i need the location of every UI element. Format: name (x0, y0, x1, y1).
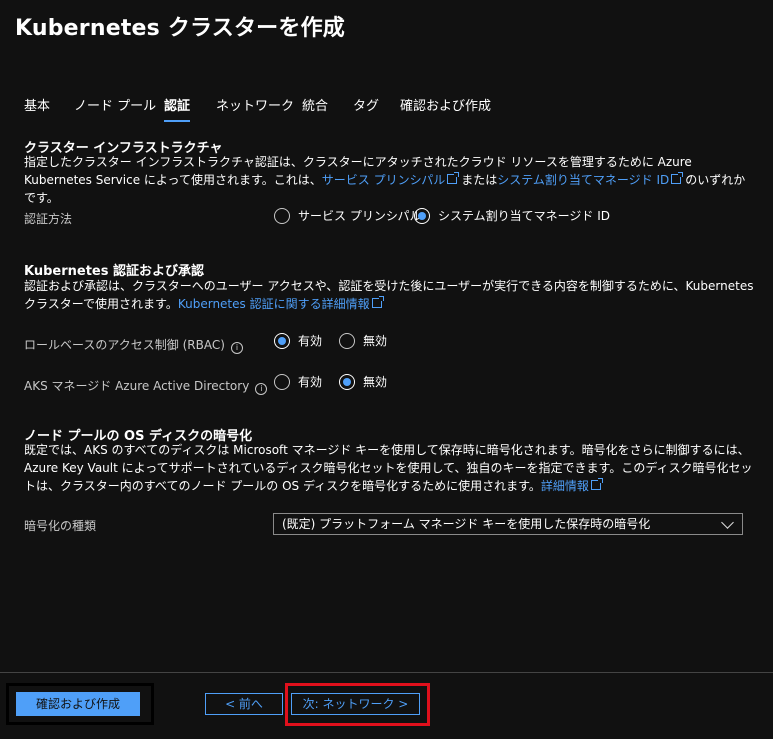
tab-basics[interactable]: 基本 (24, 95, 50, 114)
radio-label: 有効 (298, 375, 323, 389)
radio-rbac-enabled[interactable]: 有効 (274, 332, 322, 349)
highlight-box-red (285, 683, 430, 726)
k8s-auth-learn-more-link[interactable]: Kubernetes 認証に関する詳細情報 (178, 297, 370, 311)
encryption-description: 既定では、AKS のすべてのディスクは Microsoft マネージド キーを使… (24, 441, 754, 495)
tab-networking[interactable]: ネットワーク (216, 95, 294, 114)
external-link-icon (671, 172, 684, 184)
auth-method-label: 認証方法 (24, 212, 73, 226)
radio-selected-icon (414, 207, 430, 224)
radio-label: 無効 (363, 334, 388, 348)
footer-divider (0, 672, 773, 673)
radio-aad-disabled[interactable]: 無効 (339, 373, 387, 390)
tab-tags[interactable]: タグ (353, 95, 379, 114)
info-icon[interactable]: i (230, 342, 243, 354)
rbac-label-text: ロールベースのアクセス制御 (RBAC) (24, 338, 225, 352)
encryption-learn-more-link[interactable]: 詳細情報 (541, 479, 589, 493)
rbac-label: ロールベースのアクセス制御 (RBAC) i (24, 336, 243, 354)
radio-managed-identity[interactable]: システム割り当てマネージド ID (414, 207, 610, 224)
radio-label: 無効 (363, 375, 388, 389)
tab-integrations[interactable]: 統合 (302, 95, 328, 114)
external-link-icon (447, 172, 460, 184)
service-principal-link[interactable]: サービス プリンシパル (322, 173, 445, 187)
chevron-down-icon (721, 516, 734, 529)
tab-review-create[interactable]: 確認および作成 (400, 95, 491, 114)
infra-description: 指定したクラスター インフラストラクチャ認証は、クラスターにアタッチされたクラウ… (24, 153, 754, 207)
external-link-icon (371, 296, 384, 308)
encryption-type-dropdown[interactable]: (既定) プラットフォーム マネージド キーを使用した保存時の暗号化 (273, 513, 743, 535)
radio-label: システム割り当てマネージド ID (438, 209, 610, 223)
radio-label: 有効 (298, 334, 323, 348)
aad-label-text: AKS マネージド Azure Active Directory (24, 379, 250, 393)
tab-node-pools[interactable]: ノード プール (74, 95, 156, 114)
page-title: Kubernetes クラスターを作成 (15, 16, 345, 41)
radio-circle-icon (274, 373, 290, 390)
tab-authentication[interactable]: 認証 (164, 95, 191, 122)
infra-desc-text-2: または (461, 173, 498, 187)
info-icon[interactable]: i (255, 383, 268, 395)
k8s-auth-description: 認証および承認は、クラスターへのユーザー アクセスや、認証を受けた後にユーザーが… (24, 277, 754, 313)
external-link-icon (590, 478, 603, 490)
encryption-desc-text: 既定では、AKS のすべてのディスクは Microsoft マネージド キーを使… (24, 443, 753, 493)
radio-selected-icon (274, 332, 290, 349)
radio-aad-enabled[interactable]: 有効 (274, 373, 322, 390)
radio-circle-icon (274, 207, 290, 224)
radio-label: サービス プリンシパル (298, 209, 422, 223)
k8s-auth-desc-text: 認証および承認は、クラスターへのユーザー アクセスや、認証を受けた後にユーザーが… (24, 279, 754, 311)
radio-rbac-disabled[interactable]: 無効 (339, 332, 387, 349)
review-create-button[interactable]: 確認および作成 (16, 692, 140, 716)
managed-identity-link[interactable]: システム割り当てマネージド ID (497, 173, 669, 187)
previous-button[interactable]: < 前へ (205, 693, 283, 715)
aad-label: AKS マネージド Azure Active Directory i (24, 377, 268, 395)
dropdown-selected-value: (既定) プラットフォーム マネージド キーを使用した保存時の暗号化 (282, 517, 651, 531)
radio-circle-icon (339, 332, 355, 349)
radio-selected-icon (339, 373, 355, 390)
encryption-type-label: 暗号化の種類 (24, 519, 97, 533)
radio-service-principal[interactable]: サービス プリンシパル (274, 207, 421, 224)
